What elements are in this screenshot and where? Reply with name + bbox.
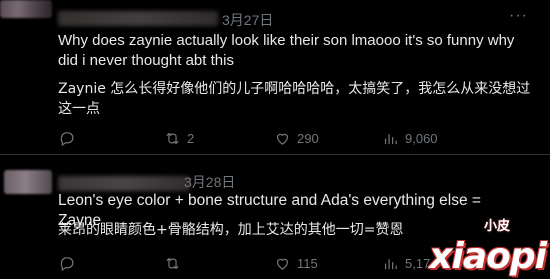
reply-icon [60, 132, 74, 146]
repost-icon [166, 132, 179, 145]
like-button[interactable]: 290 [274, 130, 319, 147]
watermark-logo: 小皮 xiaopi [426, 215, 547, 277]
reply-post[interactable]: 3月27日 ··· Why does zaynie actually look … [0, 0, 550, 155]
like-icon [276, 258, 289, 270]
reply-button[interactable] [58, 130, 81, 147]
views-button[interactable]: 9,060 [382, 130, 438, 147]
views-button[interactable]: 5,17 [382, 255, 430, 272]
repost-count: 2 [187, 131, 195, 146]
repost-button[interactable]: 2 [164, 130, 194, 147]
blurred-username[interactable] [58, 176, 190, 191]
reply-button[interactable] [58, 255, 81, 272]
avatar[interactable] [0, 0, 52, 18]
views-count: 9,060 [405, 131, 438, 146]
views-icon [384, 134, 397, 145]
like-button[interactable]: 115 [274, 255, 318, 272]
watermark-big-text: xiaopi [429, 236, 547, 277]
watermark-small-text: 小皮 [483, 219, 510, 234]
post-translation: Zaynie 怎么长得好像他们的儿子啊哈哈哈哈，太搞笑了，我怎么从来没想过这一点 [58, 81, 531, 117]
reply-icon [60, 257, 74, 271]
like-count: 115 [297, 256, 318, 271]
action-bar: 2 290 9,060 [58, 130, 538, 150]
more-icon[interactable]: ··· [509, 7, 528, 25]
like-count: 290 [297, 131, 319, 146]
repost-button[interactable] [164, 255, 187, 272]
like-icon [276, 133, 289, 145]
avatar[interactable] [4, 170, 52, 194]
blurred-username[interactable] [58, 11, 218, 26]
views-icon [384, 259, 397, 270]
post-date[interactable]: 3月27日 [222, 10, 273, 30]
repost-icon [166, 257, 179, 270]
post-date[interactable]: 3月28日 [184, 172, 235, 192]
post-text: Why does zaynie actually look like their… [58, 32, 515, 69]
